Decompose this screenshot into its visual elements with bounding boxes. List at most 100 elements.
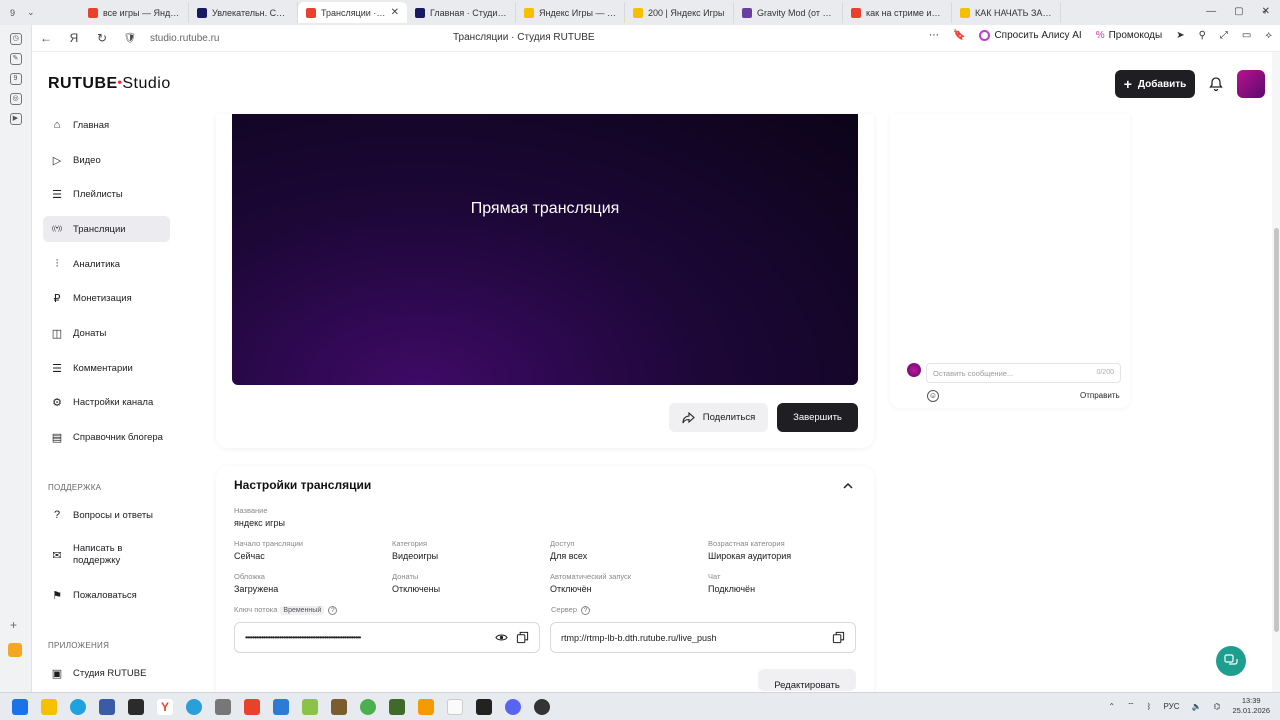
- sidebar-item-playlist[interactable]: ☰ Плейлисты: [43, 181, 170, 207]
- browser-tab[interactable]: Увлекательн. Смотреть: [189, 2, 298, 23]
- rutube-studio-logo[interactable]: RUTUBE•Studio: [48, 75, 171, 93]
- edge-icon[interactable]: [70, 698, 86, 715]
- app-icon[interactable]: ▶: [9, 113, 22, 125]
- tab-counter[interactable]: 9: [10, 8, 15, 18]
- copy-icon[interactable]: [516, 631, 529, 644]
- avatar[interactable]: [1237, 70, 1265, 98]
- app-icon[interactable]: [418, 698, 434, 715]
- app-icon[interactable]: [8, 643, 22, 657]
- collections-icon[interactable]: ▭: [1242, 30, 1251, 41]
- edit-button[interactable]: Редактировать: [758, 669, 856, 691]
- sidebar-item-home[interactable]: ⌂ Главная: [43, 112, 170, 138]
- help-icon[interactable]: ?: [328, 606, 338, 615]
- app-icon[interactable]: [476, 698, 492, 715]
- stream-key-field[interactable]: ••••••••••••••••••••••••••••••••••••••••…: [234, 622, 540, 653]
- close-tab-icon[interactable]: ✕: [391, 7, 399, 18]
- browser-tab[interactable]: КАК НАЧАТЬ ЗАРА: [952, 2, 1061, 23]
- finish-button[interactable]: Завершить: [777, 403, 858, 432]
- yandex-icon[interactable]: Я: [60, 31, 88, 45]
- chevron-up-icon[interactable]: ⌃: [1108, 702, 1115, 711]
- emoji-icon[interactable]: ☺: [927, 390, 939, 402]
- app-icon[interactable]: [128, 698, 144, 715]
- profile-icon[interactable]: ⟡: [1265, 30, 1272, 41]
- cursor-icon[interactable]: ➤: [1176, 30, 1184, 41]
- bell-icon[interactable]: [1208, 76, 1224, 92]
- sidebar-item-monetization[interactable]: ₽ Монетизация: [43, 285, 170, 311]
- bluetooth-icon[interactable]: ᛒ: [1147, 702, 1152, 711]
- scroll-thumb[interactable]: [1274, 228, 1279, 632]
- browser-tab[interactable]: Главная · Студия RU: [407, 2, 516, 23]
- app-icon[interactable]: [273, 698, 289, 715]
- app-icon[interactable]: 9: [9, 73, 22, 85]
- app-icon[interactable]: ◎: [9, 93, 22, 105]
- help-icon[interactable]: ?: [581, 606, 591, 615]
- lang-indicator[interactable]: РУС: [1163, 702, 1179, 711]
- browser-tab[interactable]: Gravity Mod (от Aut: [734, 2, 843, 23]
- maximize-icon[interactable]: ▢: [1234, 6, 1243, 17]
- app-icon[interactable]: [186, 698, 202, 715]
- minimize-icon[interactable]: —: [1206, 6, 1216, 17]
- browser-tab[interactable]: Яндекс Игры — Игр: [516, 2, 625, 23]
- app-icon[interactable]: [360, 698, 376, 715]
- chat-message-input[interactable]: Оставить сообщение... 0/200: [926, 363, 1121, 383]
- camera-icon[interactable]: [215, 698, 231, 715]
- sidebar-item-video[interactable]: ▷ Видео: [43, 147, 170, 173]
- temporary-badge: Временный: [280, 606, 325, 615]
- browser-tab[interactable]: 200 | Яндекс Игры: [625, 2, 734, 23]
- wifi-icon[interactable]: ⌬: [1213, 702, 1220, 711]
- share-button[interactable]: Поделиться: [669, 403, 768, 432]
- obs-icon[interactable]: [534, 698, 550, 715]
- alice-button[interactable]: Спросить Алису AI: [979, 30, 1082, 41]
- sidebar-item-donate[interactable]: ◫ Донаты: [43, 320, 170, 346]
- more-icon[interactable]: ⋯: [929, 30, 939, 41]
- volume-icon[interactable]: 🔈: [1192, 702, 1202, 711]
- notes-icon[interactable]: ✎: [9, 53, 22, 65]
- back-icon[interactable]: ←: [32, 31, 60, 45]
- sidebar-item-broadcast[interactable]: ((•)) Трансляции: [43, 216, 170, 242]
- network-icon[interactable]: ⌔: [1127, 701, 1135, 711]
- browser-tab[interactable]: как на стриме испр: [843, 2, 952, 23]
- extension-icon[interactable]: ⚲: [1199, 30, 1206, 41]
- chevron-up-icon[interactable]: [842, 480, 854, 492]
- explorer-icon[interactable]: [41, 698, 57, 715]
- server-field[interactable]: rtmp://rtmp-lb-b.dth.rutube.ru/live_push: [550, 622, 856, 653]
- browser-tab[interactable]: все игры — Яндекс: [80, 2, 189, 23]
- copy-icon[interactable]: [832, 631, 845, 644]
- video-player[interactable]: Прямая трансляция: [232, 114, 858, 385]
- clock[interactable]: 13:39 25.01.2026: [1232, 696, 1270, 716]
- app-icon[interactable]: [389, 698, 405, 715]
- app-icon[interactable]: [302, 698, 318, 715]
- sidebar-item-analytics[interactable]: ⫶ Аналитика: [43, 251, 170, 277]
- sidebar-item-studio[interactable]: ▣ Студия RUTUBE: [43, 660, 170, 686]
- send-button[interactable]: Отправить: [1080, 391, 1120, 400]
- store-icon[interactable]: [99, 698, 115, 715]
- sidebar-item-book[interactable]: ▤ Справочник блогера: [43, 424, 170, 450]
- page-scrollbar[interactable]: [1272, 52, 1280, 692]
- promo-button[interactable]: % Промокоды: [1096, 30, 1163, 41]
- extension-icon[interactable]: ⤢: [1220, 30, 1228, 41]
- sidebar-item-mail[interactable]: ✉ Написать в поддержку: [43, 540, 170, 570]
- add-button[interactable]: + Добавить: [1115, 70, 1195, 98]
- help-chat-button[interactable]: [1216, 646, 1246, 676]
- close-icon[interactable]: ✕: [1262, 6, 1270, 17]
- add-panel-icon[interactable]: +: [10, 618, 17, 632]
- sidebar-item-question[interactable]: ? Вопросы и ответы: [43, 502, 170, 528]
- sidebar-item-flag[interactable]: ⚑ Пожаловаться: [43, 582, 170, 608]
- bookmark-icon[interactable]: 🔖: [953, 30, 965, 41]
- discord-icon[interactable]: [505, 698, 521, 715]
- start-icon[interactable]: [12, 698, 28, 715]
- sidebar-item-label: Видео: [73, 154, 101, 166]
- browser-tab[interactable]: Трансляции · Студия ✕: [298, 2, 407, 23]
- sidebar-item-gear[interactable]: ⚙ Настройки канала: [43, 389, 170, 415]
- share-label: Поделиться: [702, 412, 756, 423]
- eye-icon[interactable]: [495, 631, 508, 644]
- minecraft-icon[interactable]: [331, 698, 347, 715]
- notepad-icon[interactable]: [447, 698, 463, 715]
- history-icon[interactable]: ◷: [9, 33, 22, 45]
- app-icon[interactable]: [244, 698, 260, 715]
- chevron-down-icon[interactable]: ⌄: [27, 7, 35, 18]
- yandex-browser-icon[interactable]: Y: [157, 698, 173, 715]
- url-text[interactable]: studio.rutube.ru: [150, 33, 430, 44]
- sidebar-item-comment[interactable]: ☰ Комментарии: [43, 355, 170, 381]
- reload-icon[interactable]: ↻: [88, 31, 116, 45]
